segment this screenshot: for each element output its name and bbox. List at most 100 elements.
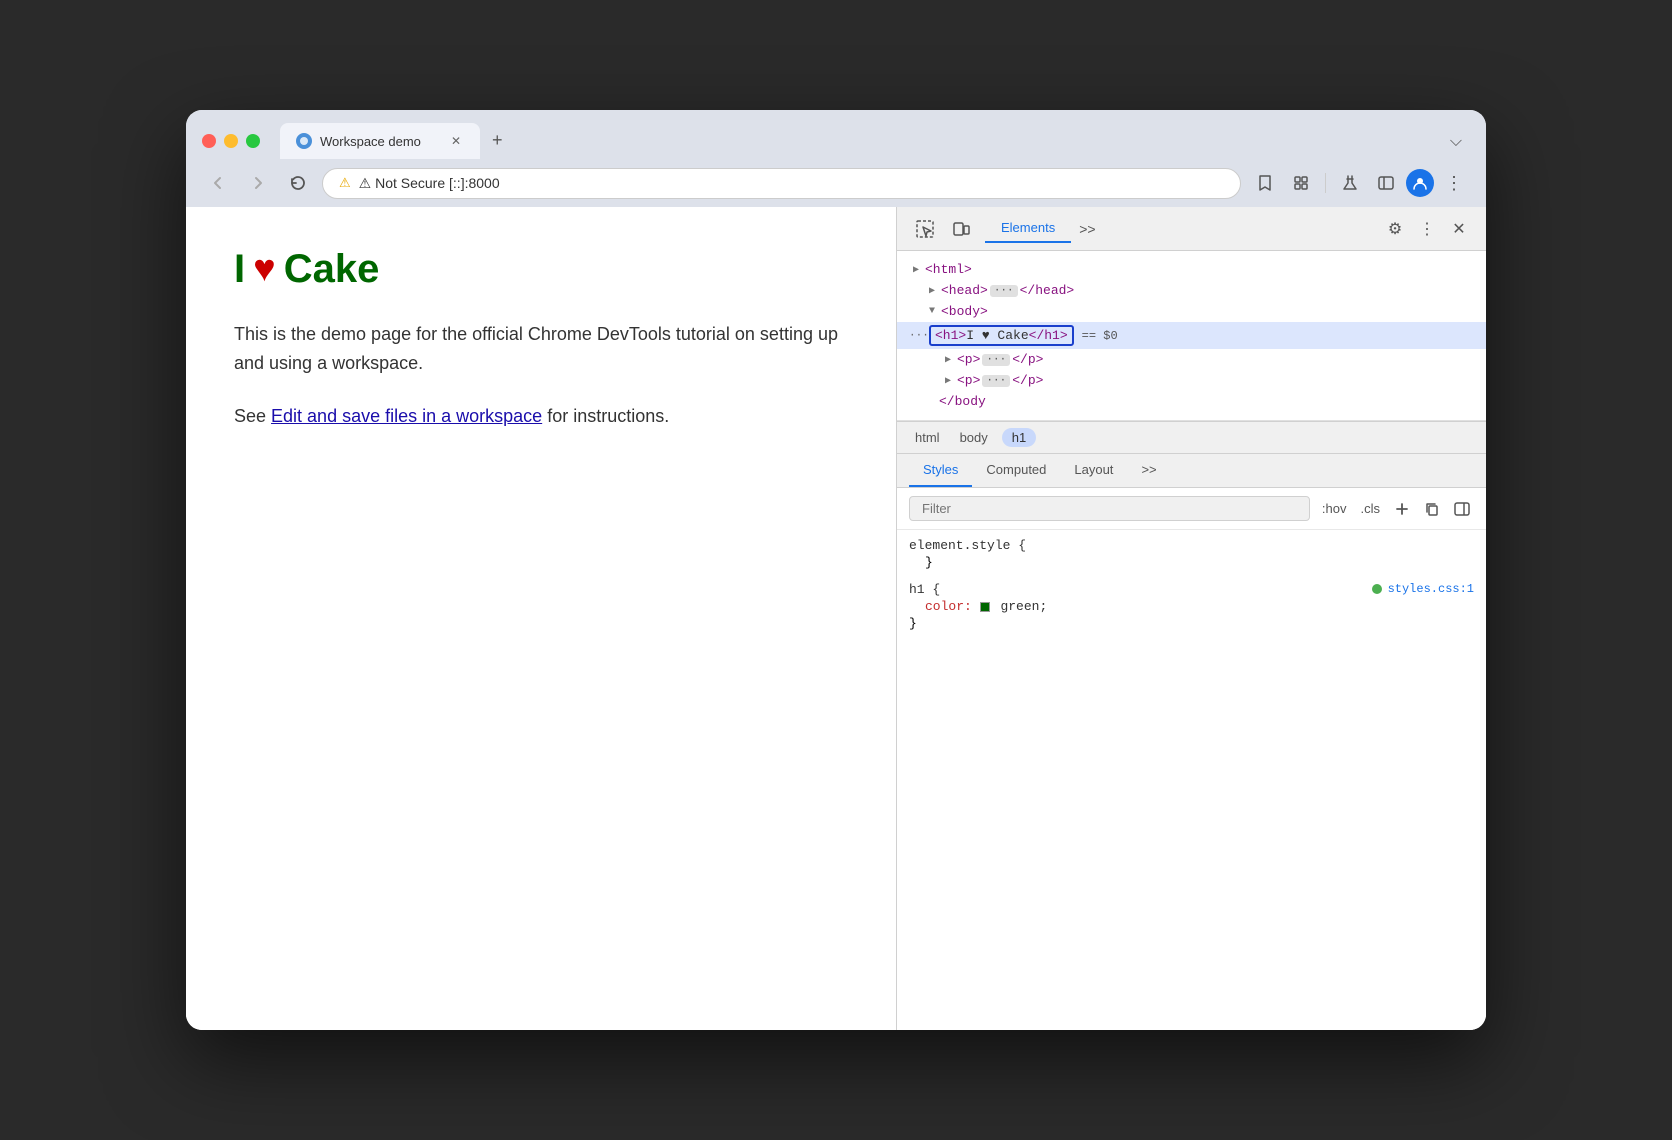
dom-p1-ellipsis[interactable]: ···: [982, 354, 1010, 366]
dom-p2-open: <p>: [957, 373, 980, 388]
dom-dollar-zero: == $0: [1082, 329, 1118, 343]
workspace-link[interactable]: Edit and save files in a workspace: [271, 406, 542, 426]
dom-p1-open: <p>: [957, 352, 980, 367]
sub-tab-computed[interactable]: Computed: [972, 454, 1060, 487]
page-heading-i: I: [234, 247, 245, 292]
breadcrumb-body[interactable]: body: [954, 428, 994, 447]
dom-toggle-p2[interactable]: ▶: [941, 374, 955, 388]
inspect-element-button[interactable]: [909, 213, 941, 245]
dom-h1-text: I ♥ Cake: [966, 328, 1028, 343]
dom-p1-close: </p>: [1012, 352, 1043, 367]
dom-row-body[interactable]: ▼ <body>: [897, 301, 1486, 322]
url-text: [::]:8000: [449, 175, 500, 191]
maximize-window-button[interactable]: [246, 134, 260, 148]
not-secure-label: ⚠ Not Secure: [359, 175, 445, 191]
title-bar: Workspace demo ✕ + ⌵: [186, 110, 1486, 159]
css-rule-element-style: element.style { }: [909, 538, 1474, 570]
close-window-button[interactable]: [202, 134, 216, 148]
dom-head-open: <head>: [941, 283, 988, 298]
css-source-link[interactable]: styles.css:1: [1372, 582, 1474, 596]
browser-content: I ♥ Cake This is the demo page for the o…: [186, 207, 1486, 1030]
device-toggle-button[interactable]: [945, 213, 977, 245]
sidebar-toggle-button[interactable]: [1370, 167, 1402, 199]
dom-toggle-html[interactable]: ▶: [909, 263, 923, 277]
dom-row-body-close[interactable]: </body: [897, 391, 1486, 412]
dom-h1-highlighted[interactable]: <h1>I ♥ Cake</h1>: [929, 325, 1074, 346]
more-icon: ⋮: [1419, 219, 1435, 239]
page-heading-cake: Cake: [284, 247, 380, 292]
dom-row-head[interactable]: ▶ <head> ··· </head>: [897, 280, 1486, 301]
element-style-brace: }: [925, 555, 933, 570]
minimize-window-button[interactable]: [224, 134, 238, 148]
devtools-actions: ⚙ ⋮ ✕: [1380, 214, 1474, 244]
css-source-link-text: styles.css:1: [1388, 582, 1474, 596]
dom-h1-open: <h1>: [935, 328, 966, 343]
dom-head-close: </head>: [1020, 283, 1075, 298]
tab-elements[interactable]: Elements: [985, 214, 1071, 243]
devtools-tabs: Elements >>: [985, 214, 1376, 243]
devtools-close-button[interactable]: ✕: [1444, 214, 1474, 244]
devtools-settings-button[interactable]: ⚙: [1380, 214, 1410, 244]
css-color-value: green;: [1000, 599, 1047, 614]
extensions-button[interactable]: [1285, 167, 1317, 199]
security-warning-icon: ⚠: [339, 175, 351, 191]
page-body-paragraph2: See Edit and save files in a workspace f…: [234, 402, 848, 431]
class-pseudo-button[interactable]: .cls: [1357, 499, 1385, 518]
breadcrumb-h1[interactable]: h1: [1002, 428, 1036, 447]
css-h1-close-brace: }: [909, 616, 1474, 631]
hover-pseudo-button[interactable]: :hov: [1318, 499, 1351, 518]
devtools-more-tabs-button[interactable]: >>: [1071, 215, 1103, 243]
sub-tab-computed-label: Computed: [986, 462, 1046, 477]
styles-panel: Styles Computed Layout >> :hov .cls: [897, 454, 1486, 1030]
dom-row-html[interactable]: ▶ <html>: [897, 259, 1486, 280]
dom-head-ellipsis[interactable]: ···: [990, 285, 1018, 297]
dom-row-h1[interactable]: ··· <h1>I ♥ Cake</h1> == $0: [897, 322, 1486, 349]
dom-toggle-p1[interactable]: ▶: [941, 353, 955, 367]
dom-body-open: <body>: [941, 304, 988, 319]
dom-toggle-head[interactable]: ▶: [925, 284, 939, 298]
styles-filter-input[interactable]: [909, 496, 1310, 521]
dom-row-p2[interactable]: ▶ <p> ··· </p>: [897, 370, 1486, 391]
sidebar-styles-button[interactable]: [1450, 499, 1474, 519]
forward-button[interactable]: [242, 171, 274, 195]
nav-divider: [1325, 173, 1326, 193]
tab-elements-label: Elements: [1001, 220, 1055, 235]
lab-button[interactable]: [1334, 167, 1366, 199]
dom-tree: ▶ <html> ▶ <head> ··· </head> ▼ <body> ·…: [897, 251, 1486, 421]
dom-h1-close: </h1>: [1029, 328, 1068, 343]
copy-styles-button[interactable]: [1420, 499, 1444, 519]
css-h1-selector-row: h1 { styles.css:1: [909, 582, 1474, 597]
reload-button[interactable]: [282, 171, 314, 195]
sub-tab-layout[interactable]: Layout: [1060, 454, 1127, 487]
devtools-more-button[interactable]: ⋮: [1412, 214, 1442, 244]
tab-close-button[interactable]: ✕: [448, 133, 464, 149]
tab-favicon: [296, 133, 312, 149]
page-body-paragraph1: This is the demo page for the official C…: [234, 320, 848, 378]
page-content: I ♥ Cake This is the demo page for the o…: [186, 207, 896, 1030]
sub-tab-more[interactable]: >>: [1127, 454, 1170, 487]
window-controls: [202, 134, 260, 148]
css-color-swatch[interactable]: [980, 602, 990, 612]
css-element-style-close: }: [909, 555, 1474, 570]
dom-row-p1[interactable]: ▶ <p> ··· </p>: [897, 349, 1486, 370]
add-style-button[interactable]: [1390, 499, 1414, 519]
active-tab[interactable]: Workspace demo ✕: [280, 123, 480, 159]
css-h1-selector: h1 {: [909, 582, 940, 597]
tab-title: Workspace demo: [320, 134, 440, 149]
breadcrumb-html[interactable]: html: [909, 428, 946, 447]
address-bar[interactable]: ⚠ ⚠ Not Secure [::]:8000: [322, 168, 1241, 199]
new-tab-button[interactable]: +: [480, 122, 515, 159]
profile-button[interactable]: [1406, 169, 1434, 197]
devtools-toolbar: Elements >> ⚙ ⋮ ✕: [897, 207, 1486, 251]
nav-bar: ⚠ ⚠ Not Secure [::]:8000: [186, 159, 1486, 207]
bookmark-button[interactable]: [1249, 167, 1281, 199]
tab-list-button[interactable]: ⌵: [1442, 125, 1470, 159]
dom-toggle-body[interactable]: ▼: [925, 305, 939, 319]
sub-tab-styles[interactable]: Styles: [909, 454, 972, 487]
css-color-prop: color:: [925, 599, 972, 614]
back-button[interactable]: [202, 171, 234, 195]
styles-filter-bar: :hov .cls: [897, 488, 1486, 530]
dom-p2-ellipsis[interactable]: ···: [982, 375, 1010, 387]
devtools-panel: Elements >> ⚙ ⋮ ✕: [896, 207, 1486, 1030]
more-menu-button[interactable]: ⋮: [1438, 167, 1470, 199]
